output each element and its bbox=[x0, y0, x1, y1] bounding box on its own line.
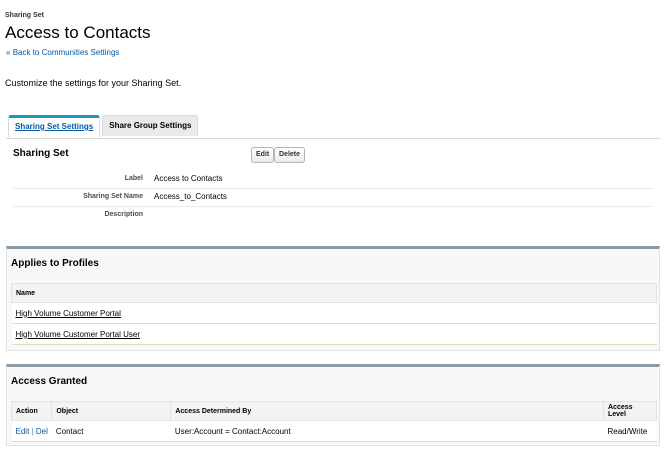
page-eyebrow: Sharing Set bbox=[5, 12, 44, 19]
detail-row-label: Label Access to Contacts bbox=[13, 171, 653, 189]
tab-bar: Sharing Set Settings Share Group Setting… bbox=[8, 115, 200, 137]
tab-sharing-set-settings[interactable]: Sharing Set Settings bbox=[8, 115, 101, 137]
delete-button[interactable]: Delete bbox=[274, 147, 306, 163]
detail-section-title: Sharing Set bbox=[13, 148, 69, 159]
access-granted-list-title: Access Granted bbox=[11, 376, 88, 387]
action-separator: | bbox=[31, 426, 34, 436]
table-row: Edit | Del Contact User:Account = Contac… bbox=[11, 420, 657, 442]
action-cell: Edit | Del bbox=[11, 420, 52, 442]
access-determined-by-cell: User:Account = Contact:Account bbox=[170, 420, 604, 442]
column-header-object: Object bbox=[51, 401, 172, 421]
back-link-row: « Back to Communities Settings bbox=[6, 48, 119, 57]
profiles-list-title: Applies to Profiles bbox=[11, 258, 99, 269]
profile-link[interactable]: High Volume Customer Portal User bbox=[16, 330, 141, 339]
intro-text: Customize the settings for your Sharing … bbox=[5, 78, 182, 88]
table-row: High Volume Customer Portal bbox=[11, 302, 657, 324]
table-cell: High Volume Customer Portal bbox=[11, 302, 657, 324]
column-header-access-determined-by: Access Determined By bbox=[170, 401, 604, 421]
table-cell: High Volume Customer Portal User bbox=[11, 323, 657, 345]
back-to-communities-settings-link[interactable]: Back to Communities Settings bbox=[13, 48, 120, 57]
object-cell: Contact bbox=[51, 420, 171, 442]
field-value: Access_to_Contacts bbox=[154, 192, 227, 201]
tab-share-group-settings[interactable]: Share Group Settings bbox=[102, 115, 199, 136]
access-level-cell: Read/Write bbox=[603, 420, 657, 442]
edit-button[interactable]: Edit bbox=[251, 147, 275, 163]
profile-link[interactable]: High Volume Customer Portal bbox=[16, 309, 121, 318]
table-header-row: Action Object Access Determined By Acces… bbox=[10, 401, 657, 421]
access-granted-related-list: Access Granted Action Object Access Dete… bbox=[6, 364, 660, 446]
field-value: Access to Contacts bbox=[154, 174, 223, 183]
field-label: Sharing Set Name bbox=[83, 193, 143, 200]
table-header-row: Name bbox=[11, 283, 657, 303]
back-arrow-icon: « bbox=[6, 48, 11, 57]
field-label: Label bbox=[124, 175, 143, 182]
column-header-access-level: Access Level bbox=[603, 401, 657, 421]
profiles-related-list: Applies to Profiles Name High Volume Cus… bbox=[6, 246, 660, 351]
table-row: High Volume Customer Portal User bbox=[11, 323, 657, 345]
access-table: Action Object Access Determined By Acces… bbox=[10, 401, 657, 442]
column-header-name: Name bbox=[11, 283, 657, 303]
page-title: Access to Contacts bbox=[5, 23, 151, 42]
column-header-action: Action bbox=[10, 401, 53, 421]
profiles-table: Name High Volume Customer Portal High Vo… bbox=[11, 283, 657, 345]
edit-row-link[interactable]: Edit bbox=[16, 427, 30, 436]
detail-row-sharing-set-name: Sharing Set Name Access_to_Contacts bbox=[13, 189, 653, 207]
delete-row-link[interactable]: Del bbox=[36, 427, 48, 436]
detail-row-description: Description bbox=[13, 207, 653, 224]
field-label: Description bbox=[104, 211, 143, 218]
